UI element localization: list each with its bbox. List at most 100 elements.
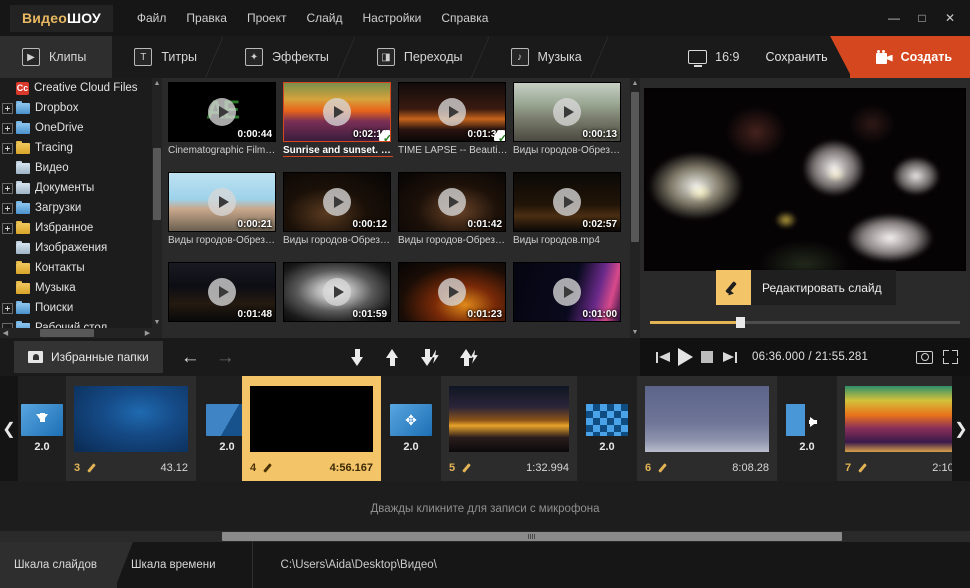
tab-transitions[interactable]: ◨ Переходы <box>355 36 489 78</box>
clip-item[interactable]: 0:00:12 Виды городов-Обрезка 0... <box>283 172 393 246</box>
timeline-scroll-right-button[interactable]: ❯ <box>952 376 970 481</box>
tree-item-10[interactable]: Музыка <box>0 278 162 298</box>
clip-item[interactable]: 0:01:23 <box>398 262 506 322</box>
slide-thumbnail[interactable] <box>645 386 769 452</box>
tree-scrollbar-thumb[interactable] <box>153 148 161 220</box>
tree-item-8[interactable]: Изображения <box>0 238 162 258</box>
clip-thumbnail[interactable]: 0:02:11✓ <box>283 82 391 142</box>
wipe-right-icon[interactable] <box>786 404 828 436</box>
play-overlay-icon[interactable] <box>553 98 581 126</box>
play-overlay-icon[interactable] <box>438 98 466 126</box>
app-logo[interactable]: ВидеоШОУ <box>10 4 113 32</box>
clip-thumbnail[interactable]: 0:00:13 <box>513 82 621 142</box>
expand-icon[interactable] <box>2 222 13 234</box>
clip-scroll-down-arrow[interactable]: ▼ <box>630 327 640 338</box>
wipe-down-icon[interactable] <box>21 404 63 436</box>
menu-item-help[interactable]: Справка <box>431 5 498 31</box>
timeline-transition[interactable]: 2.0 <box>577 376 637 481</box>
close-icon[interactable]: ✕ <box>936 5 964 31</box>
timeline-scroll-left-button[interactable]: ❮ <box>0 376 18 481</box>
play-overlay-icon[interactable] <box>323 278 351 306</box>
play-overlay-icon[interactable] <box>208 188 236 216</box>
menu-item-project[interactable]: Проект <box>237 5 297 31</box>
clip-thumbnail[interactable]: 0:00:44 <box>168 82 276 142</box>
add-to-project-icon[interactable] <box>350 348 364 366</box>
tab-time-scale[interactable]: Шкала времени <box>117 542 236 588</box>
slide-thumbnail[interactable] <box>250 386 373 452</box>
expand-icon[interactable] <box>2 122 13 134</box>
remove-all-icon[interactable] <box>459 348 478 366</box>
fullscreen-icon[interactable] <box>943 350 958 364</box>
preview-seek-bar[interactable] <box>650 317 960 328</box>
tree-vertical-scrollbar[interactable]: ▲ ▼ <box>152 78 162 338</box>
clip-item[interactable]: 0:02:57 Виды городов.mp4 <box>513 172 621 246</box>
slide-timeline[interactable]: ❮ 2.0 3 43.12 2.0 4 4:56.167 ✥ 2.0 5 1:32.994 2.0 6… <box>0 376 970 481</box>
clip-thumbnail[interactable]: 0:00:12 <box>283 172 391 232</box>
timeline-slide[interactable]: 7 2:10.24 <box>837 376 970 481</box>
expand-icon[interactable] <box>2 182 13 194</box>
clip-scroll-up-arrow[interactable]: ▲ <box>630 78 640 89</box>
slide-thumbnail[interactable] <box>845 386 969 452</box>
clip-item[interactable]: 0:00:44 Cinematographic Film.mp4 <box>168 82 278 156</box>
clip-item[interactable]: 0:01:48 <box>168 262 276 322</box>
menu-item-file[interactable]: Файл <box>127 5 177 31</box>
snapshot-icon[interactable] <box>916 350 933 364</box>
timeline-slide[interactable]: 4 4:56.167 <box>242 376 381 481</box>
play-overlay-icon[interactable] <box>438 188 466 216</box>
edit-slide-button[interactable]: Редактировать слайд <box>716 270 896 305</box>
timeline-slide[interactable]: 5 1:32.994 <box>441 376 577 481</box>
favorite-folders-button[interactable]: Избранные папки <box>14 341 163 373</box>
expand-icon[interactable] <box>2 142 13 154</box>
expand-icon[interactable] <box>2 302 13 314</box>
clip-thumbnail[interactable]: 0:01:48 <box>168 262 276 322</box>
clip-item[interactable]: 0:00:21 Виды городов-Обрезка 0... <box>168 172 278 246</box>
tree-scroll-right-arrow[interactable]: ▶ <box>142 328 153 338</box>
play-overlay-icon[interactable] <box>323 98 351 126</box>
play-overlay-icon[interactable] <box>208 278 236 306</box>
tree-item-2[interactable]: OneDrive <box>0 118 162 138</box>
stop-button[interactable] <box>696 346 718 368</box>
back-arrow-icon[interactable]: ← <box>181 348 200 367</box>
slide-edit-pencil-icon[interactable] <box>462 462 474 474</box>
tree-item-1[interactable]: Dropbox <box>0 98 162 118</box>
clip-thumbnail[interactable]: 0:01:42 <box>398 172 506 232</box>
tree-scroll-down-arrow[interactable]: ▼ <box>152 317 162 328</box>
clip-thumbnail[interactable]: 0:02:57 <box>513 172 621 232</box>
tree-hscrollbar-thumb[interactable] <box>40 329 94 337</box>
slide-edit-pencil-icon[interactable] <box>263 462 275 474</box>
timeline-slide[interactable]: 6 8:08.28 <box>637 376 777 481</box>
timeline-transition[interactable]: 2.0 <box>18 376 66 481</box>
menu-item-slide[interactable]: Слайд <box>296 5 352 31</box>
play-button[interactable] <box>674 346 696 368</box>
minimize-icon[interactable]: — <box>880 5 908 31</box>
menu-item-edit[interactable]: Правка <box>176 5 237 31</box>
tree-scroll-up-arrow[interactable]: ▲ <box>152 78 162 89</box>
slide-thumbnail[interactable] <box>449 386 569 452</box>
tree-item-11[interactable]: Поиски <box>0 298 162 318</box>
preview-video-surface[interactable] <box>644 88 966 271</box>
maximize-icon[interactable]: □ <box>908 5 936 31</box>
forward-arrow-icon[interactable]: → <box>216 348 235 367</box>
play-overlay-icon[interactable] <box>208 98 236 126</box>
folder-tree-panel[interactable]: Cc Creative Cloud Files Dropbox OneDrive Tra… <box>0 78 163 338</box>
clip-scrollbar-thumb[interactable] <box>631 92 639 242</box>
tab-effects[interactable]: ✦ Эффекты <box>223 36 355 78</box>
clip-item[interactable]: 0:01:00 <box>513 262 621 322</box>
clip-item[interactable]: 0:01:33✓ TIME LAPSE -- Beautiful... <box>398 82 508 156</box>
audio-track-strip[interactable]: Дважды кликните для записи с микрофона <box>0 481 970 542</box>
expand-icon[interactable] <box>2 202 13 214</box>
checker-icon[interactable] <box>586 404 628 436</box>
slide-edit-pencil-icon[interactable] <box>658 462 670 474</box>
previous-button[interactable] <box>652 346 674 368</box>
tree-item-4[interactable]: Видео <box>0 158 162 178</box>
move-icon[interactable]: ✥ <box>390 404 432 436</box>
timeline-transition[interactable]: ✥ 2.0 <box>381 376 441 481</box>
clip-thumbnail[interactable]: 0:01:59 <box>283 262 391 322</box>
slide-edit-pencil-icon[interactable] <box>858 462 870 474</box>
timeline-horizontal-scrollbar[interactable] <box>0 531 970 542</box>
play-overlay-icon[interactable] <box>553 188 581 216</box>
slide-edit-pencil-icon[interactable] <box>87 462 99 474</box>
timeline-transition[interactable]: 2.0 <box>777 376 837 481</box>
tab-titles[interactable]: T Титры <box>112 36 223 78</box>
aspect-ratio-control[interactable]: 16:9 <box>672 50 755 67</box>
